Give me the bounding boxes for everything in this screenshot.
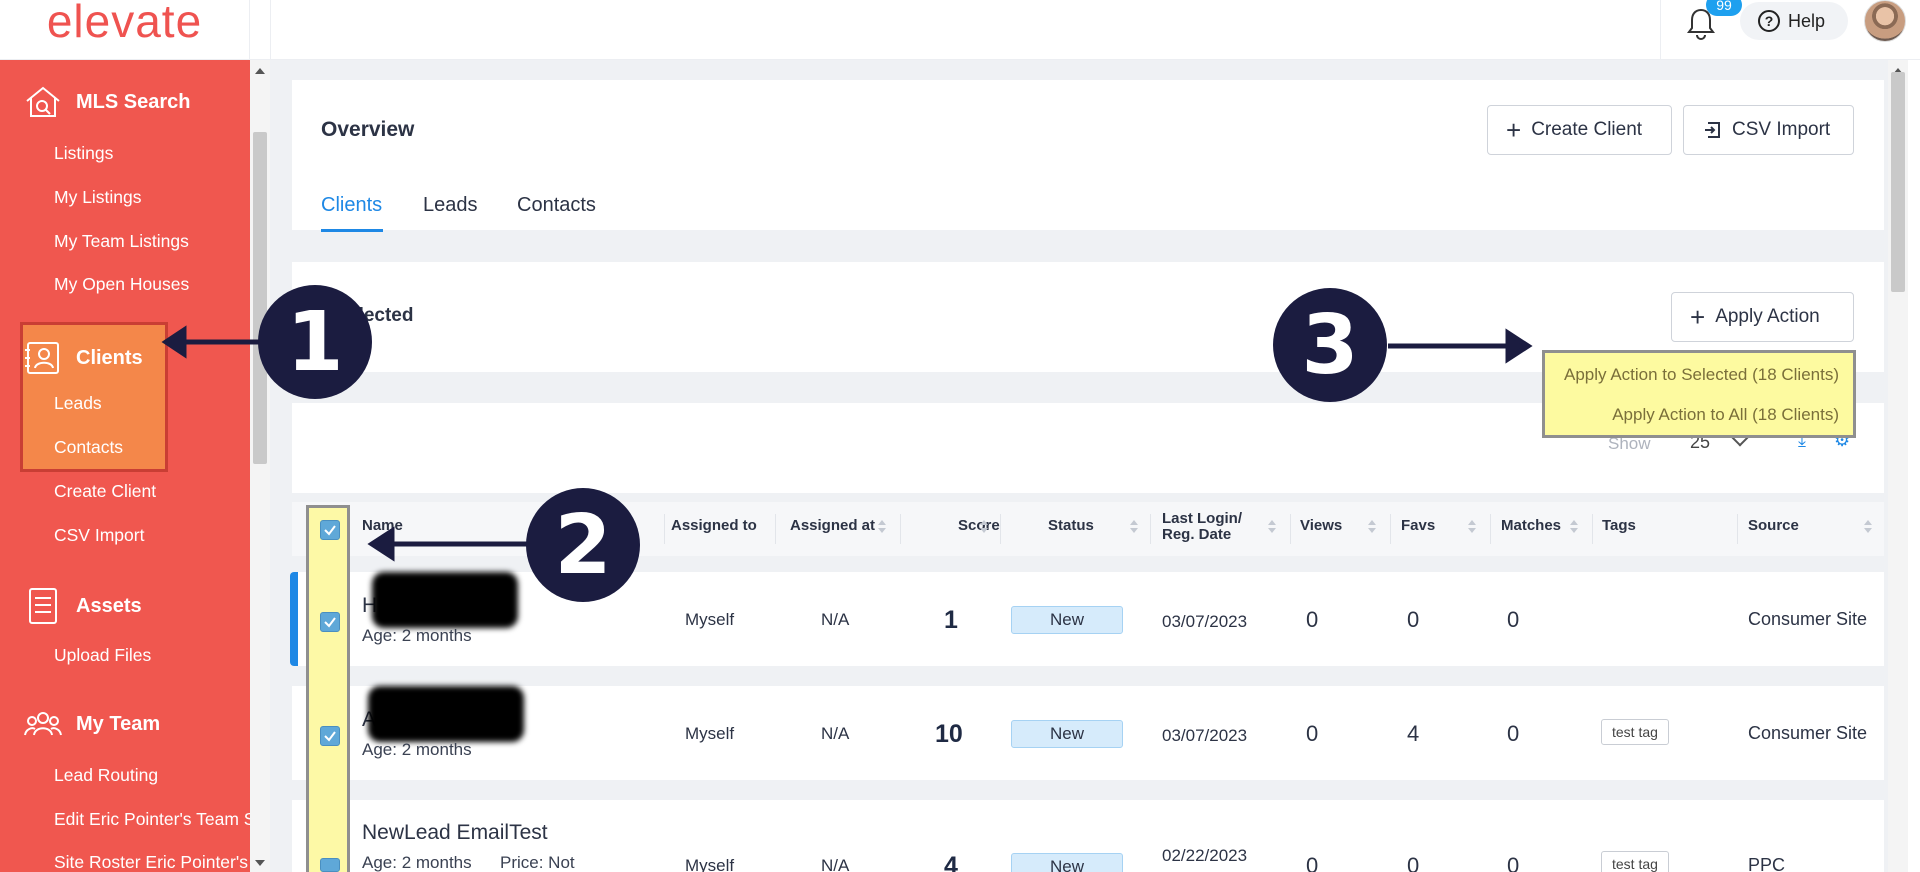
annotation-step-3: 3	[1273, 288, 1387, 402]
annotation-step-1: 1	[258, 285, 372, 399]
annotation-arrows	[161, 325, 1533, 562]
annotation-step-2: 2	[526, 488, 640, 602]
